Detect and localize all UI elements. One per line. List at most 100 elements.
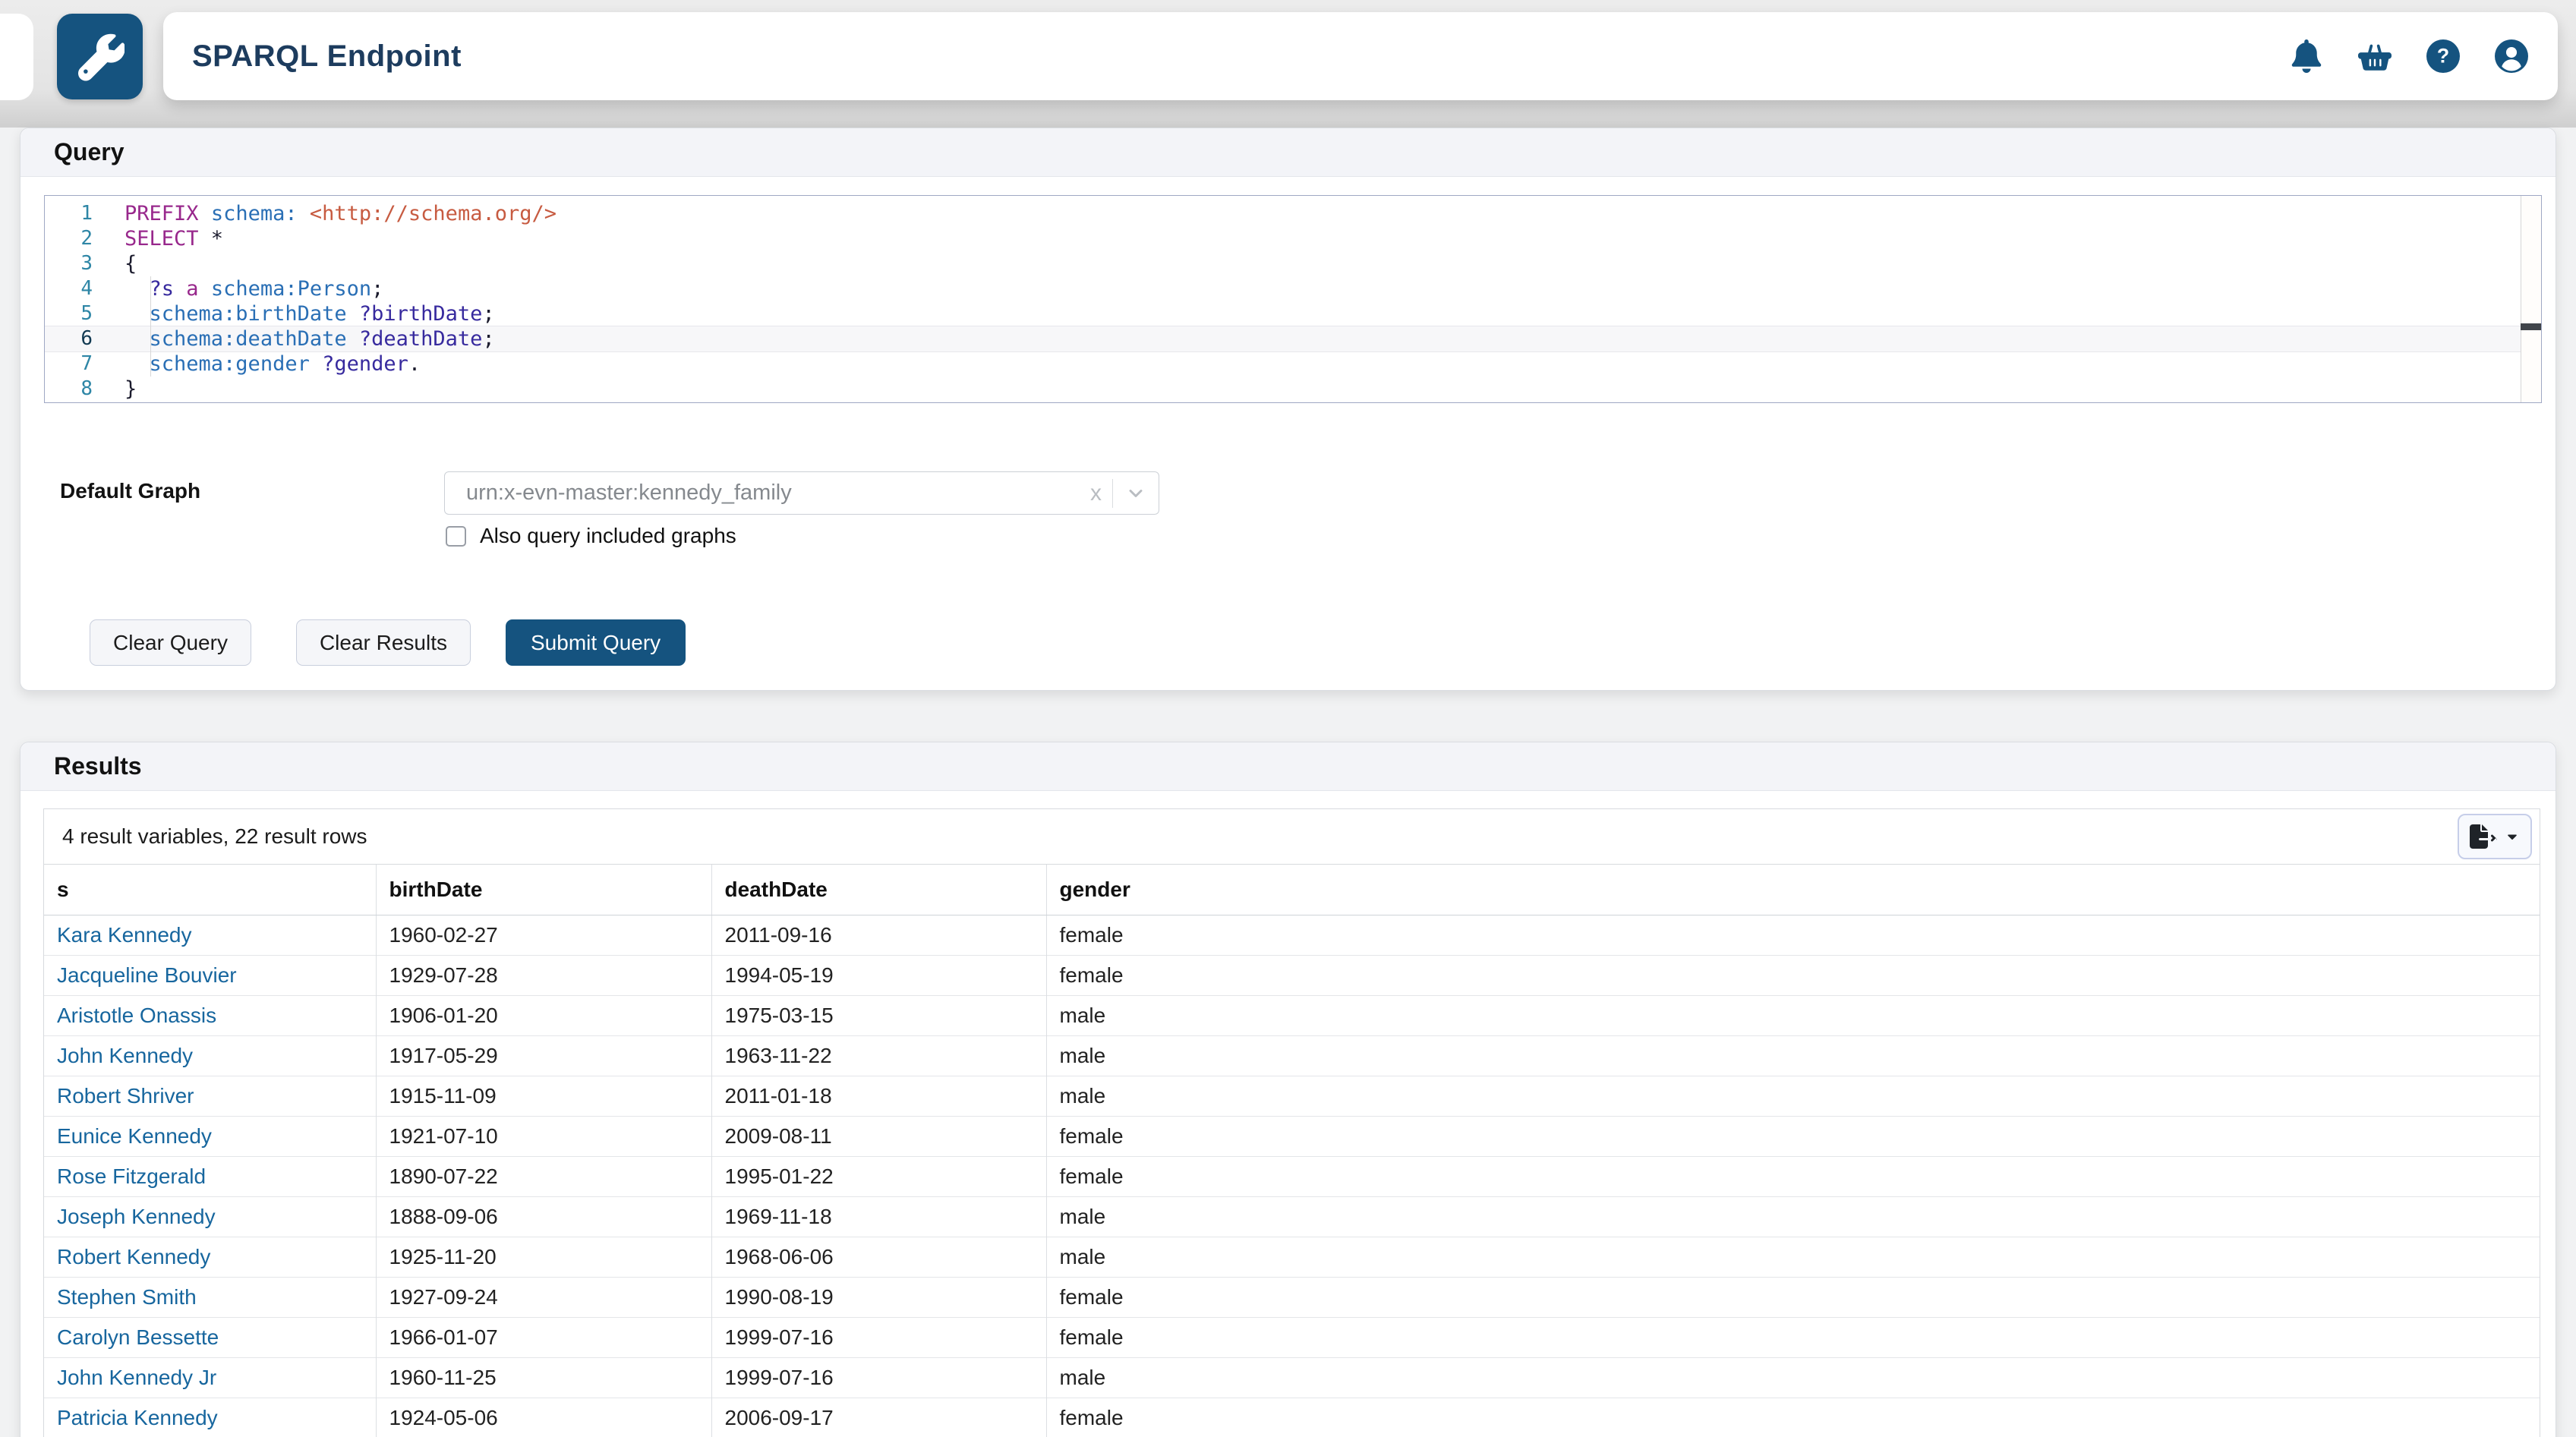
submit-query-button[interactable]: Submit Query bbox=[506, 619, 686, 666]
cell-birthDate: 1890-07-22 bbox=[376, 1156, 711, 1196]
code-text: PREFIX schema: <http://schema.org/> bbox=[125, 201, 557, 226]
clear-selection-icon[interactable]: x bbox=[1080, 481, 1112, 506]
cell-deathDate: 1969-11-18 bbox=[711, 1196, 1046, 1237]
help-button[interactable]: ? bbox=[2426, 39, 2461, 74]
line-number: 7 bbox=[45, 351, 125, 377]
included-graphs-checkbox[interactable] bbox=[446, 526, 466, 547]
cell-deathDate: 1995-01-22 bbox=[711, 1156, 1046, 1196]
included-graphs-label: Also query included graphs bbox=[480, 524, 736, 548]
clear-results-button[interactable]: Clear Results bbox=[296, 619, 471, 666]
help-icon: ? bbox=[2426, 39, 2460, 73]
code-line[interactable]: 3{ bbox=[45, 251, 2541, 276]
table-row: Jacqueline Bouvier 1929-07-281994-05-19fe… bbox=[44, 955, 2540, 995]
line-number: 5 bbox=[45, 301, 125, 326]
cell-gender: female bbox=[1046, 1156, 2540, 1196]
table-row: Carolyn Bessette1966-01-071999-07-16fema… bbox=[44, 1317, 2540, 1357]
cell-gender: female bbox=[1046, 1116, 2540, 1156]
notifications-button[interactable] bbox=[2289, 39, 2324, 74]
cell-gender: female bbox=[1046, 1317, 2540, 1357]
caret-down-icon bbox=[2505, 829, 2520, 844]
cell-birthDate: 1927-09-24 bbox=[376, 1277, 711, 1317]
results-panel: Results 4 result variables, 22 result ro… bbox=[20, 742, 2556, 1437]
result-link[interactable]: Eunice Kennedy bbox=[57, 1124, 212, 1148]
results-summary: 4 result variables, 22 result rows bbox=[62, 824, 367, 849]
result-link[interactable]: Robert Shriver bbox=[57, 1084, 194, 1108]
result-link[interactable]: John Kennedy Jr bbox=[57, 1366, 216, 1389]
table-row: John Kennedy 1917-05-291963-11-22male bbox=[44, 1035, 2540, 1076]
result-link[interactable]: John Kennedy bbox=[57, 1044, 193, 1067]
bell-icon bbox=[2290, 39, 2323, 73]
cell-birthDate: 1929-07-28 bbox=[376, 955, 711, 995]
editor-annotation-gutter[interactable] bbox=[2521, 196, 2541, 402]
cell-deathDate: 1963-11-22 bbox=[711, 1035, 1046, 1076]
sidebar-toggle-partial[interactable] bbox=[0, 14, 33, 100]
code-line[interactable]: 5 schema:birthDate ?birthDate; bbox=[45, 301, 2541, 326]
code-line[interactable]: 4 ?s a schema:Person; bbox=[45, 276, 2541, 301]
result-link[interactable]: Jacqueline Bouvier bbox=[57, 963, 237, 987]
account-button[interactable] bbox=[2494, 39, 2529, 74]
result-link[interactable]: Robert Kennedy bbox=[57, 1245, 210, 1268]
app-logo[interactable] bbox=[57, 14, 143, 99]
code-line[interactable]: 7 schema:gender ?gender. bbox=[45, 351, 2541, 377]
chevron-down-icon[interactable] bbox=[1113, 483, 1159, 504]
column-header-s: s bbox=[44, 865, 376, 915]
table-header-row: sbirthDatedeathDategender bbox=[44, 865, 2540, 915]
cell-gender: male bbox=[1046, 1035, 2540, 1076]
cell-birthDate: 1917-05-29 bbox=[376, 1035, 711, 1076]
default-graph-select[interactable]: urn:x-evn-master:kennedy_family x bbox=[444, 471, 1159, 515]
result-link[interactable]: Aristotle Onassis bbox=[57, 1004, 216, 1027]
code-text: schema:deathDate ?deathDate; bbox=[125, 326, 495, 351]
query-panel-title: Query bbox=[54, 138, 124, 166]
table-row: John Kennedy Jr1960-11-251999-07-16male bbox=[44, 1357, 2540, 1398]
cell-s: Jacqueline Bouvier bbox=[44, 955, 376, 995]
cell-birthDate: 1915-11-09 bbox=[376, 1076, 711, 1116]
cell-s: Kara Kennedy bbox=[44, 915, 376, 955]
cell-deathDate: 1990-08-19 bbox=[711, 1277, 1046, 1317]
results-panel-header: Results bbox=[20, 742, 2556, 791]
result-link[interactable]: Rose Fitzgerald bbox=[57, 1164, 206, 1188]
export-results-button[interactable] bbox=[2458, 814, 2532, 859]
cell-deathDate: 1999-07-16 bbox=[711, 1317, 1046, 1357]
result-link[interactable]: Stephen Smith bbox=[57, 1285, 197, 1309]
code-line[interactable]: 1PREFIX schema: <http://schema.org/> bbox=[45, 201, 2541, 226]
column-header-birthDate: birthDate bbox=[376, 865, 711, 915]
line-number: 2 bbox=[45, 226, 125, 251]
cell-deathDate: 1968-06-06 bbox=[711, 1237, 1046, 1277]
results-toolbar: 4 result variables, 22 result rows bbox=[44, 809, 2540, 865]
cell-gender: female bbox=[1046, 1398, 2540, 1437]
cell-gender: female bbox=[1046, 1277, 2540, 1317]
code-line[interactable]: 2SELECT * bbox=[45, 226, 2541, 251]
page-title: SPARQL Endpoint bbox=[192, 39, 462, 74]
result-link[interactable]: Patricia Kennedy bbox=[57, 1406, 218, 1429]
svg-text:?: ? bbox=[2437, 44, 2449, 67]
cell-deathDate: 2009-08-11 bbox=[711, 1116, 1046, 1156]
cell-deathDate: 1994-05-19 bbox=[711, 955, 1046, 995]
cell-birthDate: 1960-02-27 bbox=[376, 915, 711, 955]
table-row: Patricia Kennedy1924-05-062006-09-17fema… bbox=[44, 1398, 2540, 1437]
default-graph-label: Default Graph bbox=[60, 479, 200, 503]
clear-query-button[interactable]: Clear Query bbox=[90, 619, 251, 666]
result-link[interactable]: Joseph Kennedy bbox=[57, 1205, 216, 1228]
cell-birthDate: 1924-05-06 bbox=[376, 1398, 711, 1437]
file-export-icon bbox=[2470, 823, 2497, 850]
results-box: 4 result variables, 22 result rows sbirt… bbox=[43, 808, 2540, 1437]
line-number: 1 bbox=[45, 201, 125, 226]
query-panel-header: Query bbox=[20, 128, 2556, 177]
included-graphs-row: Also query included graphs bbox=[446, 523, 736, 549]
sparql-code-editor[interactable]: 1PREFIX schema: <http://schema.org/>2SEL… bbox=[44, 195, 2542, 403]
code-line[interactable]: 8} bbox=[45, 377, 2541, 402]
basket-button[interactable] bbox=[2357, 39, 2392, 74]
account-icon bbox=[2495, 39, 2528, 73]
table-row: Rose Fitzgerald 1890-07-221995-01-22femal… bbox=[44, 1156, 2540, 1196]
cell-gender: female bbox=[1046, 915, 2540, 955]
code-line[interactable]: 6 schema:deathDate ?deathDate; bbox=[45, 326, 2541, 351]
default-graph-value: urn:x-evn-master:kennedy_family bbox=[466, 481, 792, 506]
header-bar: SPARQL Endpoint ? bbox=[163, 12, 2558, 100]
result-link[interactable]: Kara Kennedy bbox=[57, 923, 191, 947]
table-row: Kara Kennedy1960-02-272011-09-16female bbox=[44, 915, 2540, 955]
result-link[interactable]: Carolyn Bessette bbox=[57, 1325, 219, 1349]
cell-gender: female bbox=[1046, 955, 2540, 995]
cell-s: Rose Fitzgerald bbox=[44, 1156, 376, 1196]
cell-deathDate: 1999-07-16 bbox=[711, 1357, 1046, 1398]
cell-s: Patricia Kennedy bbox=[44, 1398, 376, 1437]
